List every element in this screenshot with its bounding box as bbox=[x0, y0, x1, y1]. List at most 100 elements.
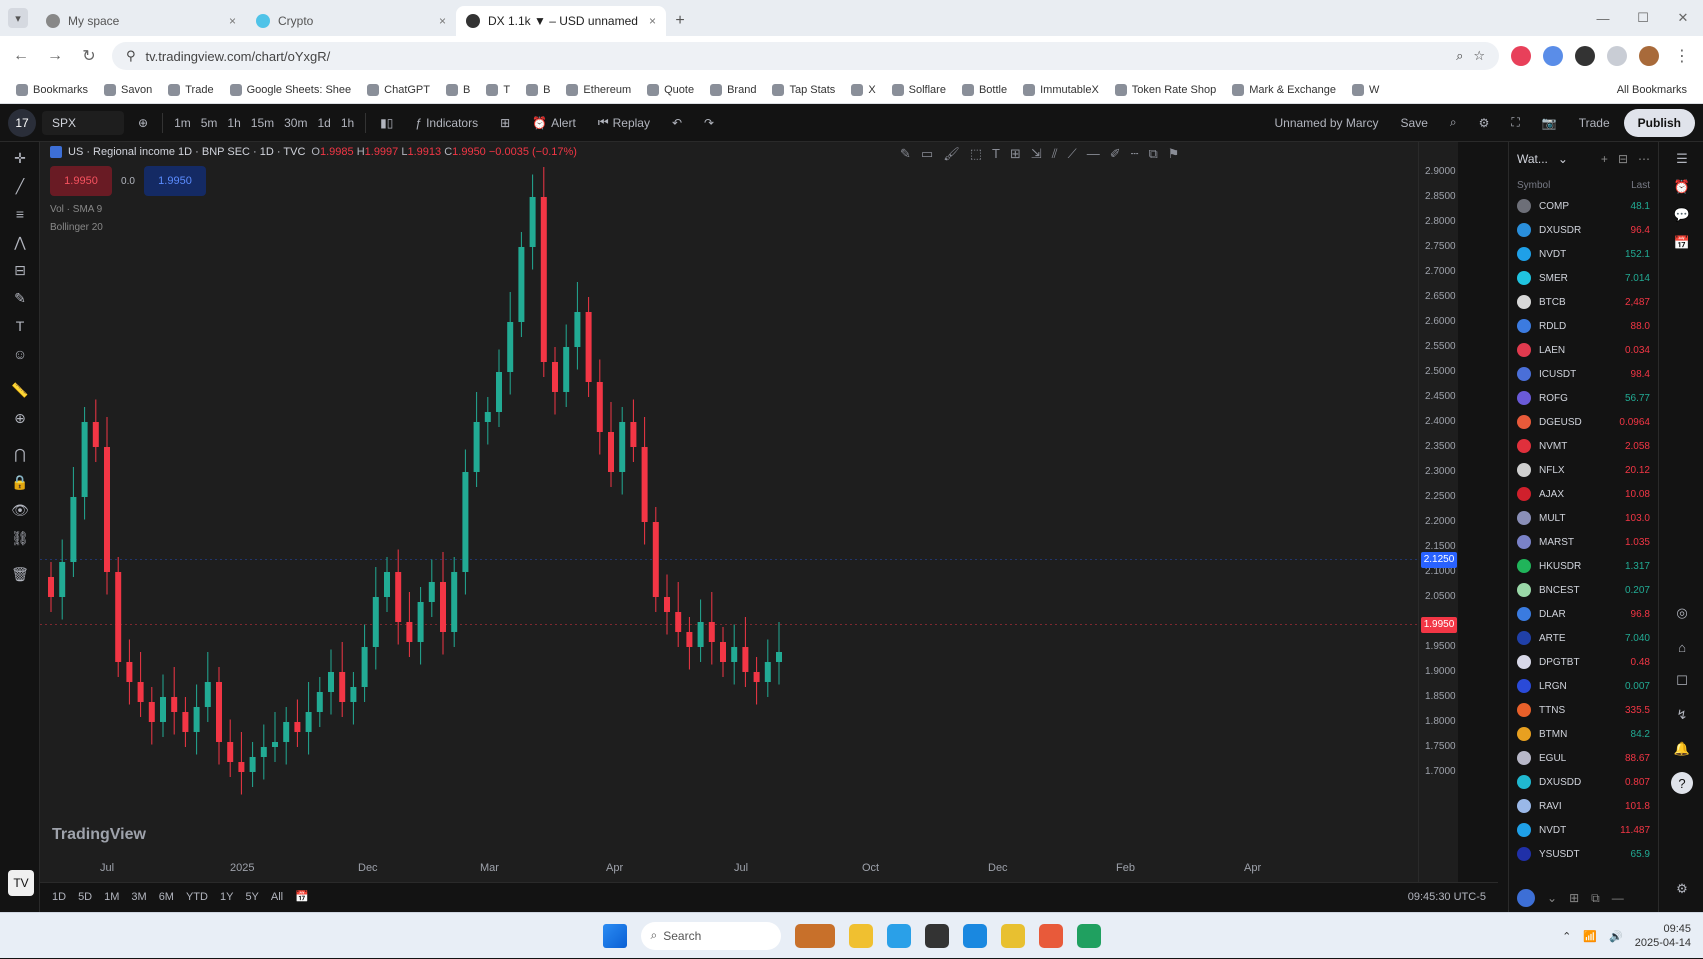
site-info-icon[interactable]: ⚲ bbox=[126, 48, 136, 64]
publish-button[interactable]: Publish bbox=[1623, 108, 1695, 137]
region-flag-icon[interactable] bbox=[1517, 889, 1535, 907]
watchlist-row[interactable]: MULT 103.0 bbox=[1509, 506, 1658, 530]
bookmark-item[interactable]: T bbox=[480, 79, 516, 101]
new-tab-button[interactable]: + bbox=[666, 6, 694, 36]
telegram-icon[interactable] bbox=[962, 923, 987, 948]
watchlist-row[interactable]: EGUL 88.67 bbox=[1509, 746, 1658, 770]
signal-icon[interactable]: ↯ bbox=[1671, 704, 1693, 726]
taskbar-search[interactable]: ⌕ Search bbox=[640, 921, 781, 950]
bookmark-item[interactable]: Bottle bbox=[956, 79, 1013, 101]
range-button[interactable]: 5D bbox=[78, 891, 92, 903]
bookmark-item[interactable]: Mark & Exchange bbox=[1226, 79, 1342, 101]
flag-icon[interactable]: ⚑ bbox=[1168, 146, 1180, 162]
search-icon[interactable]: ⌕ bbox=[1442, 115, 1465, 130]
extension-icon[interactable] bbox=[1575, 46, 1595, 66]
symbol-name[interactable]: US · Regional income 1D · BNP SEC · 1D ·… bbox=[68, 146, 305, 158]
watchlist-row[interactable]: AJAX 10.08 bbox=[1509, 482, 1658, 506]
tradingview-app-icon[interactable] bbox=[924, 923, 949, 948]
col-last[interactable]: Last bbox=[1631, 180, 1650, 191]
candle-type-icon[interactable]: ▮▯ bbox=[372, 116, 401, 130]
chat-icon[interactable]: 💬 bbox=[1671, 204, 1693, 226]
link-icon[interactable]: ⛓ bbox=[10, 528, 30, 548]
text-icon[interactable]: T bbox=[992, 146, 1000, 162]
col-symbol[interactable]: Symbol bbox=[1517, 180, 1550, 191]
rectangle-icon[interactable]: ▭ bbox=[921, 146, 933, 162]
pencil-icon[interactable]: ✎ bbox=[900, 146, 911, 162]
grid-icon[interactable]: ⊞ bbox=[1569, 891, 1579, 905]
bookmark-item[interactable]: W bbox=[1346, 79, 1385, 101]
magnet-icon[interactable]: ⋂ bbox=[10, 444, 30, 464]
watchlist-row[interactable]: DLAR 96.8 bbox=[1509, 602, 1658, 626]
watchlist-row[interactable]: RAVI 101.8 bbox=[1509, 794, 1658, 818]
watchlist-row[interactable]: TTNS 335.5 bbox=[1509, 698, 1658, 722]
bookmark-item[interactable]: X bbox=[845, 79, 881, 101]
reload-icon[interactable]: ↻ bbox=[78, 46, 100, 66]
calendar-icon[interactable]: 📅 bbox=[295, 890, 309, 903]
watchlist-row[interactable]: COMP 48.1 bbox=[1509, 194, 1658, 218]
range-button[interactable]: 5Y bbox=[245, 891, 258, 903]
all-bookmarks-button[interactable]: All Bookmarks bbox=[1611, 79, 1693, 101]
watchlist-row[interactable]: LRGN 0.007 bbox=[1509, 674, 1658, 698]
watchlist-row[interactable]: NVDT 11.487 bbox=[1509, 818, 1658, 842]
network-icon[interactable]: 📶 bbox=[1583, 930, 1597, 943]
watchlist-row[interactable]: BTMN 84.2 bbox=[1509, 722, 1658, 746]
bookmark-item[interactable]: Savon bbox=[98, 79, 158, 101]
chevron-up-icon[interactable]: ⌃ bbox=[1562, 930, 1571, 943]
forward-icon[interactable]: → bbox=[44, 47, 66, 65]
minimize-icon[interactable]: — bbox=[1583, 0, 1623, 36]
fullscreen-icon[interactable]: ⛶ bbox=[1503, 115, 1527, 130]
range-button[interactable]: All bbox=[271, 891, 283, 903]
dash-icon[interactable]: ┄ bbox=[1131, 146, 1139, 162]
watchlist-row[interactable]: HKUSDR 1.317 bbox=[1509, 554, 1658, 578]
system-clock[interactable]: 09:45 2025-04-14 bbox=[1635, 922, 1691, 950]
app-icon[interactable] bbox=[1038, 923, 1063, 948]
watchlist-row[interactable]: BTCB 2,487 bbox=[1509, 290, 1658, 314]
save-button[interactable]: Save bbox=[1393, 116, 1436, 130]
range-button[interactable]: 3M bbox=[131, 891, 146, 903]
pine-icon[interactable]: ⌂ bbox=[1671, 636, 1693, 658]
watchlist-row[interactable]: NVDT 152.1 bbox=[1509, 242, 1658, 266]
minus-icon[interactable]: — bbox=[1612, 891, 1624, 905]
alert-button[interactable]: ⏰ Alert bbox=[524, 116, 584, 130]
chart-pane[interactable]: US · Regional income 1D · BNP SEC · 1D ·… bbox=[40, 142, 1458, 902]
trendline-icon[interactable]: ╱ bbox=[10, 176, 30, 196]
channel-icon[interactable]: ⫽ bbox=[1052, 146, 1058, 162]
watchlist-row[interactable]: DXUSDD 0.807 bbox=[1509, 770, 1658, 794]
maximize-icon[interactable]: ☐ bbox=[1623, 0, 1663, 36]
redo-icon[interactable]: ↷ bbox=[696, 116, 722, 130]
copy-icon[interactable]: ⧉ bbox=[1148, 146, 1157, 162]
watchlist-row[interactable]: RDLD 88.0 bbox=[1509, 314, 1658, 338]
kebab-menu-icon[interactable]: ⋮ bbox=[1671, 46, 1693, 66]
watchlist-row[interactable]: ICUSDT 98.4 bbox=[1509, 362, 1658, 386]
bell-icon[interactable]: 🔔 bbox=[1671, 738, 1693, 760]
trash-icon[interactable]: 🗑 bbox=[10, 564, 30, 584]
watchlist-row[interactable]: ARTE 7.040 bbox=[1509, 626, 1658, 650]
bookmark-item[interactable]: Ethereum bbox=[560, 79, 637, 101]
timeframe-button[interactable]: 15m bbox=[246, 116, 279, 130]
close-icon[interactable]: × bbox=[439, 14, 446, 28]
watchlist-row[interactable]: LAEN 0.034 bbox=[1509, 338, 1658, 362]
line-icon[interactable]: ⟋ bbox=[1068, 146, 1077, 162]
range-button[interactable]: 1M bbox=[104, 891, 119, 903]
watchlist-row[interactable]: NFLX 20.12 bbox=[1509, 458, 1658, 482]
range-button[interactable]: YTD bbox=[186, 891, 208, 903]
more-icon[interactable]: ⋯ bbox=[1638, 152, 1650, 166]
window-icon[interactable]: ⧉ bbox=[1591, 891, 1600, 906]
fib-icon[interactable]: ≡ bbox=[10, 204, 30, 224]
candlestick-chart[interactable] bbox=[40, 142, 1458, 862]
watchlist-row[interactable]: NVMT 2.058 bbox=[1509, 434, 1658, 458]
timeframe-button[interactable]: 1h bbox=[336, 116, 359, 130]
brush-icon[interactable]: 🖌 bbox=[943, 146, 960, 162]
trade-button[interactable]: Trade bbox=[1571, 116, 1618, 130]
text-icon[interactable]: T bbox=[10, 316, 30, 336]
zoom-icon[interactable]: ⌕ bbox=[1456, 48, 1463, 64]
back-icon[interactable]: ← bbox=[10, 47, 32, 65]
windows-start-icon[interactable] bbox=[602, 923, 627, 948]
bookmark-item[interactable]: Solflare bbox=[886, 79, 952, 101]
settings-icon[interactable]: ⚙ bbox=[1671, 878, 1693, 900]
time-axis[interactable]: Jul 2025 Dec Mar Apr Jul Oct Dec Feb Apr bbox=[40, 862, 1458, 882]
extension-icon[interactable] bbox=[1543, 46, 1563, 66]
alerts-icon[interactable]: ⏰ bbox=[1671, 176, 1693, 198]
timeframe-button[interactable]: 30m bbox=[279, 116, 312, 130]
bookmark-item[interactable]: Bookmarks bbox=[10, 79, 94, 101]
